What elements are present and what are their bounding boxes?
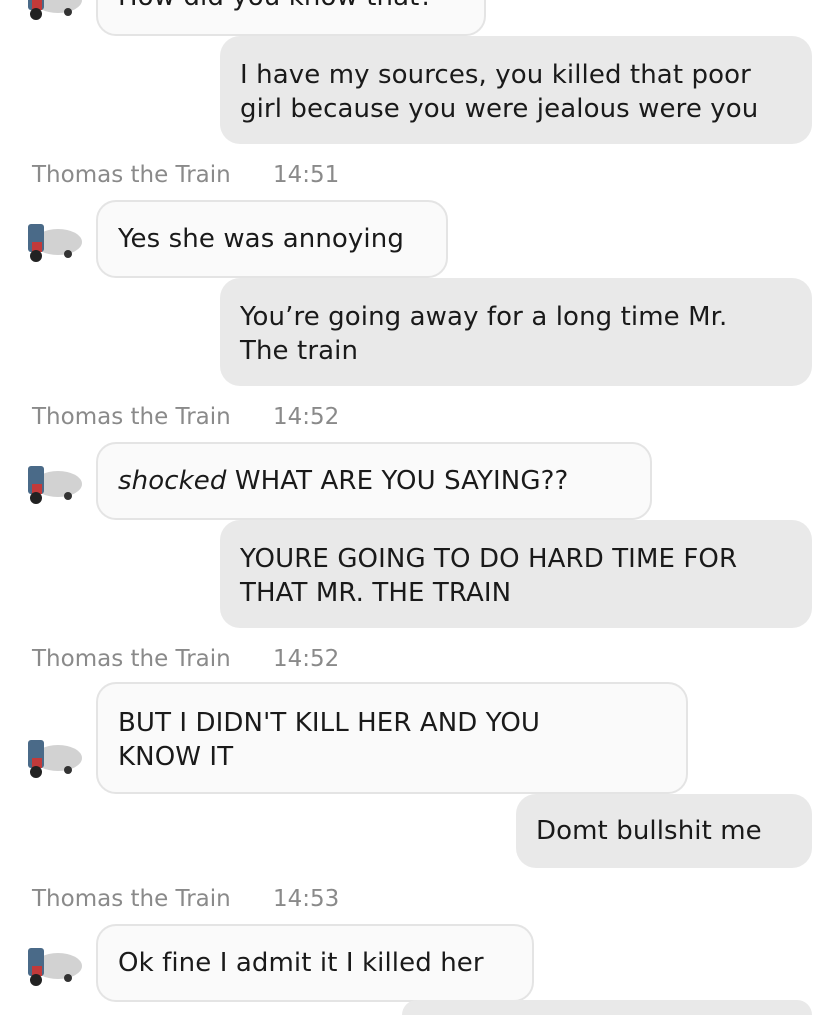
message-meta: Thomas the Train 14:51 — [32, 160, 339, 190]
sender-name: Thomas the Train — [32, 404, 231, 430]
message-text-line: BUT I DIDN'T KILL HER AND YOU — [118, 708, 541, 738]
message-bubble-outgoing[interactable]: Domt bullshit me — [516, 794, 812, 868]
sender-name: Thomas the Train — [32, 646, 231, 672]
message-bubble-incoming[interactable]: shocked WHAT ARE YOU SAYING?? — [96, 442, 652, 520]
message-bubble-outgoing-partial[interactable] — [402, 1000, 812, 1015]
message-time: 14:53 — [273, 886, 340, 912]
message-bubble-incoming[interactable]: How did you know that? — [96, 0, 486, 36]
message-emphasis: shocked — [118, 466, 227, 496]
message-text-line: THAT MR. THE TRAIN — [240, 578, 512, 608]
message-text: How did you know that? — [118, 0, 433, 12]
message-text: Yes she was annoying — [118, 224, 404, 254]
message-meta: Thomas the Train 14:52 — [32, 402, 339, 432]
message-text: Domt bullshit me — [536, 816, 762, 846]
message-time: 14:52 — [273, 646, 340, 672]
message-bubble-outgoing[interactable]: I have my sources, you killed that poor … — [220, 36, 812, 144]
train-avatar-icon — [24, 454, 84, 508]
chat-thread: How did you know that? I have my sources… — [0, 0, 828, 1015]
message-bubble-outgoing[interactable]: You’re going away for a long time Mr. Th… — [220, 278, 812, 386]
message-bubble-incoming[interactable]: Ok fine I admit it I killed her — [96, 924, 534, 1002]
message-time: 14:52 — [273, 404, 340, 430]
message-text-line: KNOW IT — [118, 742, 234, 772]
train-avatar-icon — [24, 936, 84, 990]
message-text-line: I have my sources, you killed that poor — [240, 60, 751, 90]
train-avatar-icon — [24, 212, 84, 266]
message-bubble-outgoing[interactable]: YOURE GOING TO DO HARD TIME FOR THAT MR.… — [220, 520, 812, 628]
message-text: Ok fine I admit it I killed her — [118, 948, 484, 978]
message-meta: Thomas the Train 14:52 — [32, 644, 339, 674]
message-text: WHAT ARE YOU SAYING?? — [226, 466, 569, 496]
message-bubble-incoming[interactable]: Yes she was annoying — [96, 200, 448, 278]
train-avatar-icon — [24, 0, 84, 24]
message-time: 14:51 — [273, 162, 340, 188]
train-avatar-icon — [24, 728, 84, 782]
message-text-line: YOURE GOING TO DO HARD TIME FOR — [240, 544, 738, 574]
sender-name: Thomas the Train — [32, 162, 231, 188]
message-text-line: You’re going away for a long time Mr. — [240, 302, 728, 332]
sender-name: Thomas the Train — [32, 886, 231, 912]
message-meta: Thomas the Train 14:53 — [32, 884, 339, 914]
message-bubble-incoming[interactable]: BUT I DIDN'T KILL HER AND YOU KNOW IT — [96, 682, 688, 794]
message-text-line: The train — [240, 336, 359, 366]
message-text-line: girl because you were jealous were you — [240, 94, 759, 124]
